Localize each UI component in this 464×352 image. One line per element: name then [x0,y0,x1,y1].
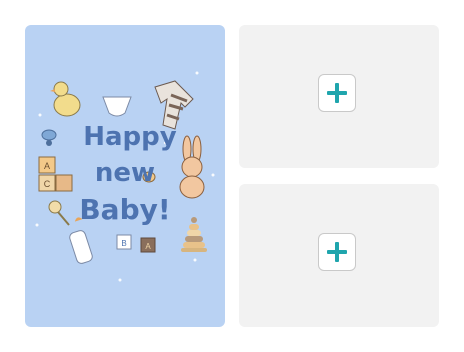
block-letter: A [44,161,50,171]
duck-toy [50,81,81,117]
pacifier [41,129,57,146]
diaper [102,96,132,117]
headline-line-3: Baby! [79,193,170,226]
plus-icon [327,83,347,103]
letter-blocks: A C [38,156,73,192]
stacking-rings [181,217,207,252]
letter-blocks-bottom: B A [116,234,156,253]
block-letter: A [145,242,151,251]
empty-slot-1: add [239,25,439,168]
headline-line-2: new [95,158,155,188]
headline-line-1: Happy [83,122,177,152]
add-button[interactable]: add [318,74,356,112]
card-preview[interactable]: A C B A Happy new Baby! [25,25,225,327]
empty-slot-2: add [239,184,439,327]
block-letter: B [121,239,126,248]
card-headline: Happy new Baby! [79,122,176,226]
card-illustration: A C B A Happy new Baby! [35,71,215,282]
block-letter: C [44,179,51,189]
rattle [48,200,70,226]
plus-icon [327,242,347,262]
bunny-toy [179,135,205,199]
add-button[interactable]: add [318,233,356,271]
